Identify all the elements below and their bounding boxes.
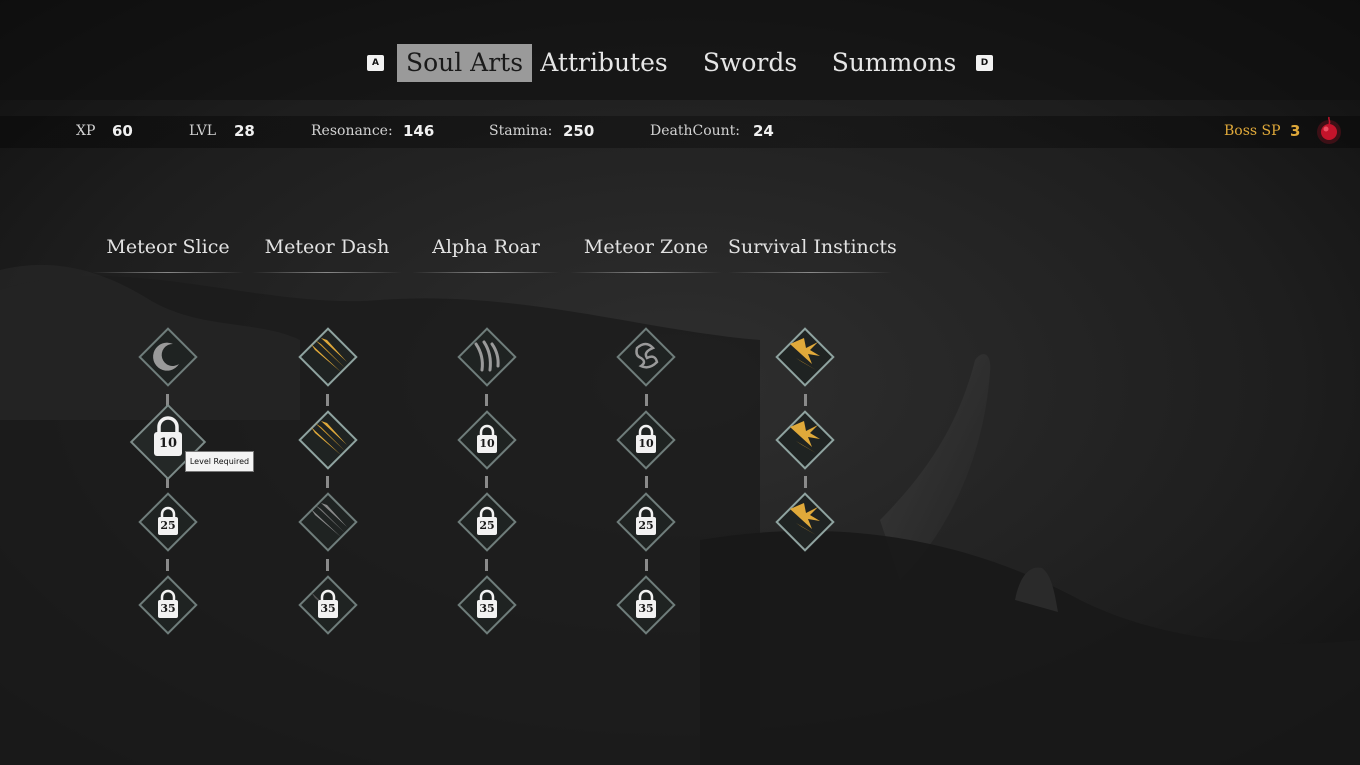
skill-node-meteor-zone-3[interactable]: 25	[613, 489, 679, 555]
required-level: 35	[160, 602, 176, 615]
tab-soul-arts[interactable]: Soul Arts	[397, 44, 532, 82]
skill-node-meteor-zone-1[interactable]	[613, 324, 679, 390]
node-connector	[645, 476, 648, 488]
skill-node-meteor-slice-4[interactable]: 35	[135, 572, 201, 638]
skill-node-meteor-zone-2[interactable]: 10	[613, 407, 679, 473]
claw-slash-icon	[311, 421, 347, 455]
claw-marks-icon	[474, 340, 500, 372]
burst-strike-icon	[790, 338, 820, 370]
required-level: 35	[638, 602, 654, 615]
required-level: 35	[479, 602, 495, 615]
xp-value: 60	[112, 122, 133, 140]
node-connector	[804, 476, 807, 488]
skill-node-meteor-zone-4[interactable]: 35	[613, 572, 679, 638]
burst-strike-icon	[790, 503, 820, 535]
required-level: 25	[638, 519, 654, 532]
skill-header-meteor-dash: Meteor Dash	[252, 236, 402, 273]
node-connector	[326, 476, 329, 488]
next-tab-key[interactable]: D	[976, 55, 993, 71]
tab-bar: A Soul Arts Attributes Swords Summons D	[0, 40, 1360, 86]
skill-node-alpha-roar-2[interactable]: 10	[454, 407, 520, 473]
burst-strike-icon	[790, 421, 820, 453]
header-underline	[570, 272, 722, 273]
skill-header-label: Meteor Slice	[106, 236, 230, 258]
node-connector	[326, 394, 329, 406]
skill-header-survival-instincts: Survival Instincts	[728, 236, 897, 273]
node-connector	[645, 559, 648, 571]
skill-node-alpha-roar-4[interactable]: 35	[454, 572, 520, 638]
deathcount-label: DeathCount:	[650, 123, 741, 139]
stamina-value: 250	[563, 122, 595, 140]
required-level: 25	[160, 519, 176, 532]
required-level: 10	[638, 437, 654, 450]
skill-header-alpha-roar: Alpha Roar	[412, 236, 560, 273]
skill-header-label: Alpha Roar	[432, 236, 540, 258]
skill-header-label: Meteor Dash	[264, 236, 390, 258]
skill-header-meteor-slice: Meteor Slice	[92, 236, 244, 273]
skill-node-meteor-dash-3[interactable]	[295, 489, 361, 555]
header-underline	[728, 272, 892, 273]
skill-node-survival-instincts-3[interactable]	[772, 489, 838, 555]
node-connector	[485, 394, 488, 406]
node-connector	[804, 394, 807, 406]
lvl-label: LVL	[189, 123, 217, 139]
skill-node-alpha-roar-1[interactable]	[454, 324, 520, 390]
header-underline	[412, 272, 560, 273]
node-connector	[166, 559, 169, 571]
claw-slash-icon	[311, 503, 347, 537]
skill-node-alpha-roar-3[interactable]: 25	[454, 489, 520, 555]
xp-label: XP	[76, 123, 96, 139]
dragon-emblem-icon	[635, 342, 659, 369]
skill-header-label: Survival Instincts	[728, 236, 897, 258]
tab-attributes[interactable]: Attributes	[540, 44, 668, 82]
header-underline	[92, 272, 244, 273]
skill-node-meteor-dash-1[interactable]	[295, 324, 361, 390]
boss-sp-label: Boss SP	[1224, 123, 1281, 139]
boss-sp-value: 3	[1290, 122, 1301, 140]
crescent-moon-icon	[153, 342, 179, 371]
skill-node-meteor-slice-1[interactable]	[135, 324, 201, 390]
stats-bar: XP 60 LVL 28 Resonance: 146 Stamina: 250…	[0, 116, 1360, 148]
node-connector	[326, 559, 329, 571]
skill-node-meteor-slice-2[interactable]: 10	[124, 398, 212, 486]
tab-summons[interactable]: Summons	[830, 44, 958, 82]
resonance-value: 146	[403, 122, 435, 140]
prev-tab-key[interactable]: A	[367, 55, 384, 71]
tab-swords[interactable]: Swords	[700, 44, 800, 82]
skill-node-meteor-dash-2[interactable]	[295, 407, 361, 473]
boss-soul-orb-icon	[1317, 116, 1341, 144]
level-required-tooltip: Level Required	[185, 451, 254, 472]
skill-node-survival-instincts-1[interactable]	[772, 324, 838, 390]
skill-node-survival-instincts-2[interactable]	[772, 407, 838, 473]
header-underline	[252, 272, 402, 273]
skill-header-meteor-zone: Meteor Zone	[570, 236, 722, 273]
skill-node-meteor-dash-4[interactable]: 35	[295, 572, 361, 638]
stamina-label: Stamina:	[489, 123, 553, 139]
node-connector	[485, 476, 488, 488]
node-connector	[645, 394, 648, 406]
required-level: 10	[158, 436, 178, 451]
resonance-label: Resonance:	[311, 123, 393, 139]
required-level: 35	[320, 602, 336, 615]
node-connector	[485, 559, 488, 571]
deathcount-value: 24	[753, 122, 774, 140]
skill-node-meteor-slice-3[interactable]: 25	[135, 489, 201, 555]
skill-header-label: Meteor Zone	[583, 236, 709, 258]
claw-slash-icon	[311, 338, 347, 372]
required-level: 10	[479, 437, 495, 450]
required-level: 25	[479, 519, 495, 532]
lvl-value: 28	[234, 122, 255, 140]
